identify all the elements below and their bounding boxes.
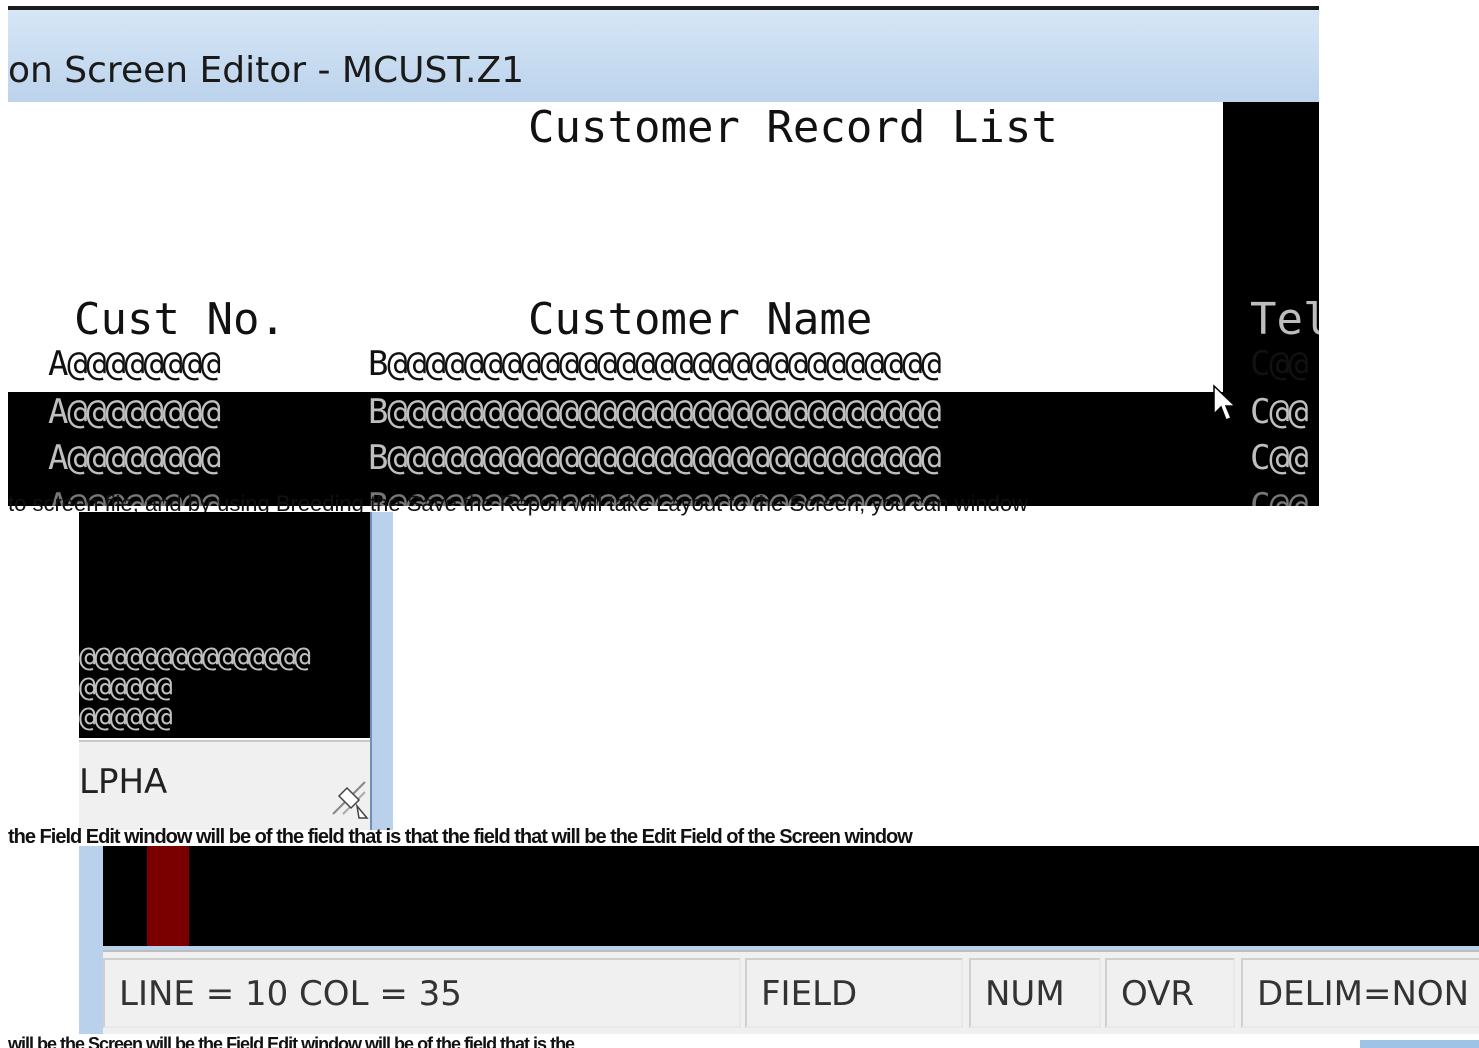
- window-title: on Screen Editor - MCUST.Z1: [8, 50, 525, 91]
- screen-canvas[interactable]: Customer Record List Cust No. Customer N…: [8, 102, 1319, 506]
- editor-window: on Screen Editor - MCUST.Z1 Customer Rec…: [8, 6, 1319, 506]
- inset-field[interactable]: @@@@@@@@@@@@@@@: [79, 640, 311, 673]
- window-edge: [1360, 1040, 1479, 1048]
- header-cust-no[interactable]: Cust No.: [74, 294, 286, 345]
- inset-window: @@@@@@@@@@@@@@@ @@@@@@ @@@@@@ LPHA: [79, 512, 393, 830]
- caption-text: the Field Edit window will be of the fie…: [8, 826, 913, 848]
- header-customer-name[interactable]: Customer Name: [528, 294, 872, 345]
- window-frame: [370, 512, 393, 830]
- text-cursor-block: [147, 846, 189, 946]
- inset-field[interactable]: @@@@@@: [79, 670, 173, 703]
- status-num: NUM: [969, 958, 1101, 1028]
- caption-strip: will be the Screen will be the Field Edi…: [8, 1034, 1368, 1048]
- field-a[interactable]: A@@@@@@@@: [48, 344, 221, 384]
- inset-field[interactable]: @@@@@@: [79, 700, 173, 733]
- position-text: LINE = 10 COL = 35: [119, 974, 462, 1014]
- num-text: NUM: [985, 974, 1065, 1014]
- title-bar[interactable]: on Screen Editor - MCUST.Z1: [8, 10, 1319, 102]
- field-c[interactable]: C@@: [1250, 344, 1309, 384]
- report-title: Customer Record List: [528, 102, 1058, 153]
- field-a[interactable]: A@@@@@@@@: [48, 392, 221, 432]
- header-tel[interactable]: Tel: [1250, 294, 1319, 345]
- bottom-screen[interactable]: [103, 846, 1479, 946]
- field-type-label: LPHA: [79, 762, 168, 802]
- inset-status-bar: LPHA: [79, 740, 370, 830]
- field-b[interactable]: B@@@@@@@@@@@@@@@@@@@@@@@@@@@@@: [368, 392, 941, 432]
- caption-text: will be the Screen will be the Field Edi…: [8, 1034, 575, 1048]
- mode-text: FIELD: [761, 974, 858, 1014]
- status-position: LINE = 10 COL = 35: [103, 958, 741, 1028]
- field-b[interactable]: B@@@@@@@@@@@@@@@@@@@@@@@@@@@@@: [368, 344, 941, 384]
- status-ovr: OVR: [1105, 958, 1235, 1028]
- field-a[interactable]: A@@@@@@@@: [48, 438, 221, 478]
- resize-cursor-icon[interactable]: [329, 774, 369, 824]
- status-mode: FIELD: [745, 958, 963, 1028]
- field-b[interactable]: B@@@@@@@@@@@@@@@@@@@@@@@@@@@@@: [368, 438, 941, 478]
- status-bar: LINE = 10 COL = 35 FIELD NUM OVR DELIM=N…: [103, 950, 1479, 1034]
- arrow-pointer-icon: [1213, 384, 1236, 421]
- field-c[interactable]: C@@: [1250, 392, 1309, 432]
- inset-screen[interactable]: @@@@@@@@@@@@@@@ @@@@@@ @@@@@@: [79, 512, 370, 738]
- status-delim: DELIM=NON: [1241, 958, 1479, 1028]
- field-c[interactable]: C@@: [1250, 438, 1309, 478]
- ovr-text: OVR: [1121, 974, 1195, 1014]
- delim-text: DELIM=NON: [1257, 974, 1470, 1014]
- status-window: LINE = 10 COL = 35 FIELD NUM OVR DELIM=N…: [79, 846, 1479, 1034]
